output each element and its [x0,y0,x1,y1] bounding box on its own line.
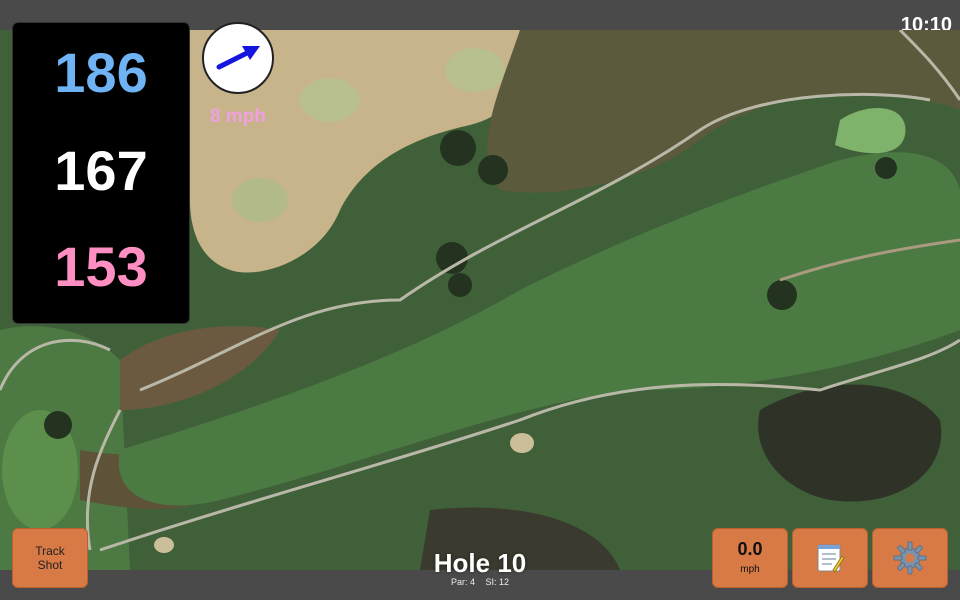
notepad-icon [817,544,845,573]
gear-icon [893,541,927,575]
track-shot-label-line2: Shot [37,558,63,572]
speed-button[interactable]: 0.0 mph [712,528,788,588]
back-distance: 186 [54,41,148,104]
settings-button[interactable] [872,528,948,588]
speed-unit: mph [740,564,760,575]
track-shot-button[interactable]: Track Shot [12,528,88,588]
notes-button[interactable] [792,528,868,588]
speed-value: 0.0 [737,539,763,559]
front-distance: 153 [54,235,148,298]
hole-info: Par: 4 SI: 12 [380,577,580,587]
arrow-icon [216,46,260,70]
hole-title: Hole 10 [433,548,527,578]
center-distance: 167 [54,139,148,202]
si-label: SI: 12 [485,577,510,587]
track-shot-label-line1: Track [35,544,65,558]
par-label: Par: 4 [450,577,475,587]
wind-speed-label: 8 mph [210,106,266,127]
wind-indicator [202,22,274,94]
distance-panel: 186 167 153 [12,22,190,324]
